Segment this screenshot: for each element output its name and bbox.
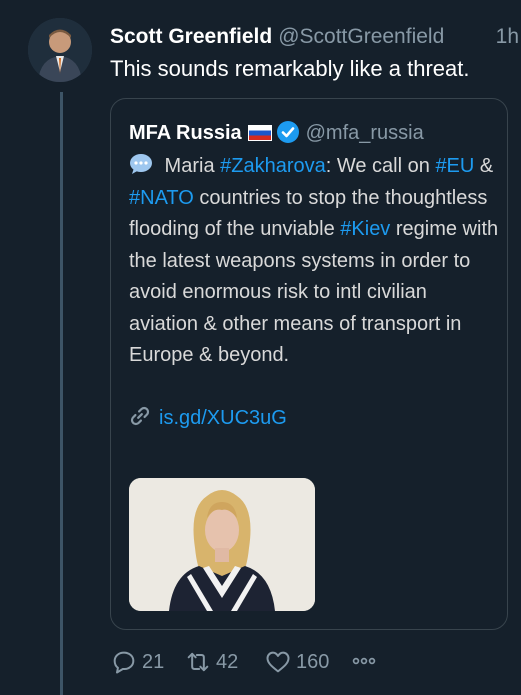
quote-text-part: regime with the latest weapons systems i… (129, 218, 499, 366)
hashtag-link[interactable]: #Kiev (340, 218, 390, 240)
more-options-button[interactable] (350, 647, 378, 675)
like-button[interactable]: 160 (264, 647, 329, 677)
like-count: 160 (296, 651, 330, 673)
retweet-icon (187, 652, 209, 672)
hashtag-link[interactable]: #EU (435, 155, 474, 177)
reply-icon (113, 651, 135, 674)
quoted-tweet-text: Maria #Zakharova: We call on #EU & #NATO… (129, 151, 501, 435)
tweet-time[interactable]: 1h (496, 24, 519, 50)
hashtag-link[interactable]: #NATO (129, 187, 194, 209)
retweet-button[interactable]: 42 (184, 647, 238, 677)
retweet-count: 42 (216, 651, 239, 673)
link-row: is.gd/XUC3uG (129, 403, 501, 435)
quoted-author-handle: @mfa_russia (305, 122, 424, 144)
quote-link[interactable]: is.gd/XUC3uG (159, 407, 287, 429)
quote-text-part: & (474, 155, 494, 177)
author-avatar[interactable] (28, 18, 92, 82)
quoted-tweet-photo[interactable] (129, 478, 315, 611)
thread-line (60, 92, 63, 695)
reply-button[interactable]: 21 (110, 647, 164, 677)
link-chain-icon (130, 406, 150, 426)
tweet-text: This sounds remarkably like a threat. (110, 56, 470, 81)
tweet-header: Scott Greenfield @ScottGreenfield 1h (110, 24, 521, 50)
more-options-icon (352, 657, 376, 665)
author-handle[interactable]: @ScottGreenfield (278, 25, 444, 48)
quote-text-part: Maria (159, 155, 221, 177)
verified-badge-icon (276, 121, 299, 143)
quoted-tweet-card[interactable]: MFA Russia @mfa_russia Maria #Zakharova: … (110, 98, 508, 630)
hashtag-link[interactable]: #Zakharova (220, 155, 326, 177)
reply-count: 21 (142, 651, 165, 673)
russia-flag-icon (247, 125, 272, 141)
quoted-author-name: MFA Russia (129, 122, 242, 144)
speech-bubble-icon (130, 154, 152, 174)
quoted-tweet-header: MFA Russia @mfa_russia (129, 119, 424, 147)
author-name[interactable]: Scott Greenfield (110, 25, 272, 48)
heart-icon (266, 651, 290, 673)
quote-text-part: : We call on (325, 155, 436, 177)
